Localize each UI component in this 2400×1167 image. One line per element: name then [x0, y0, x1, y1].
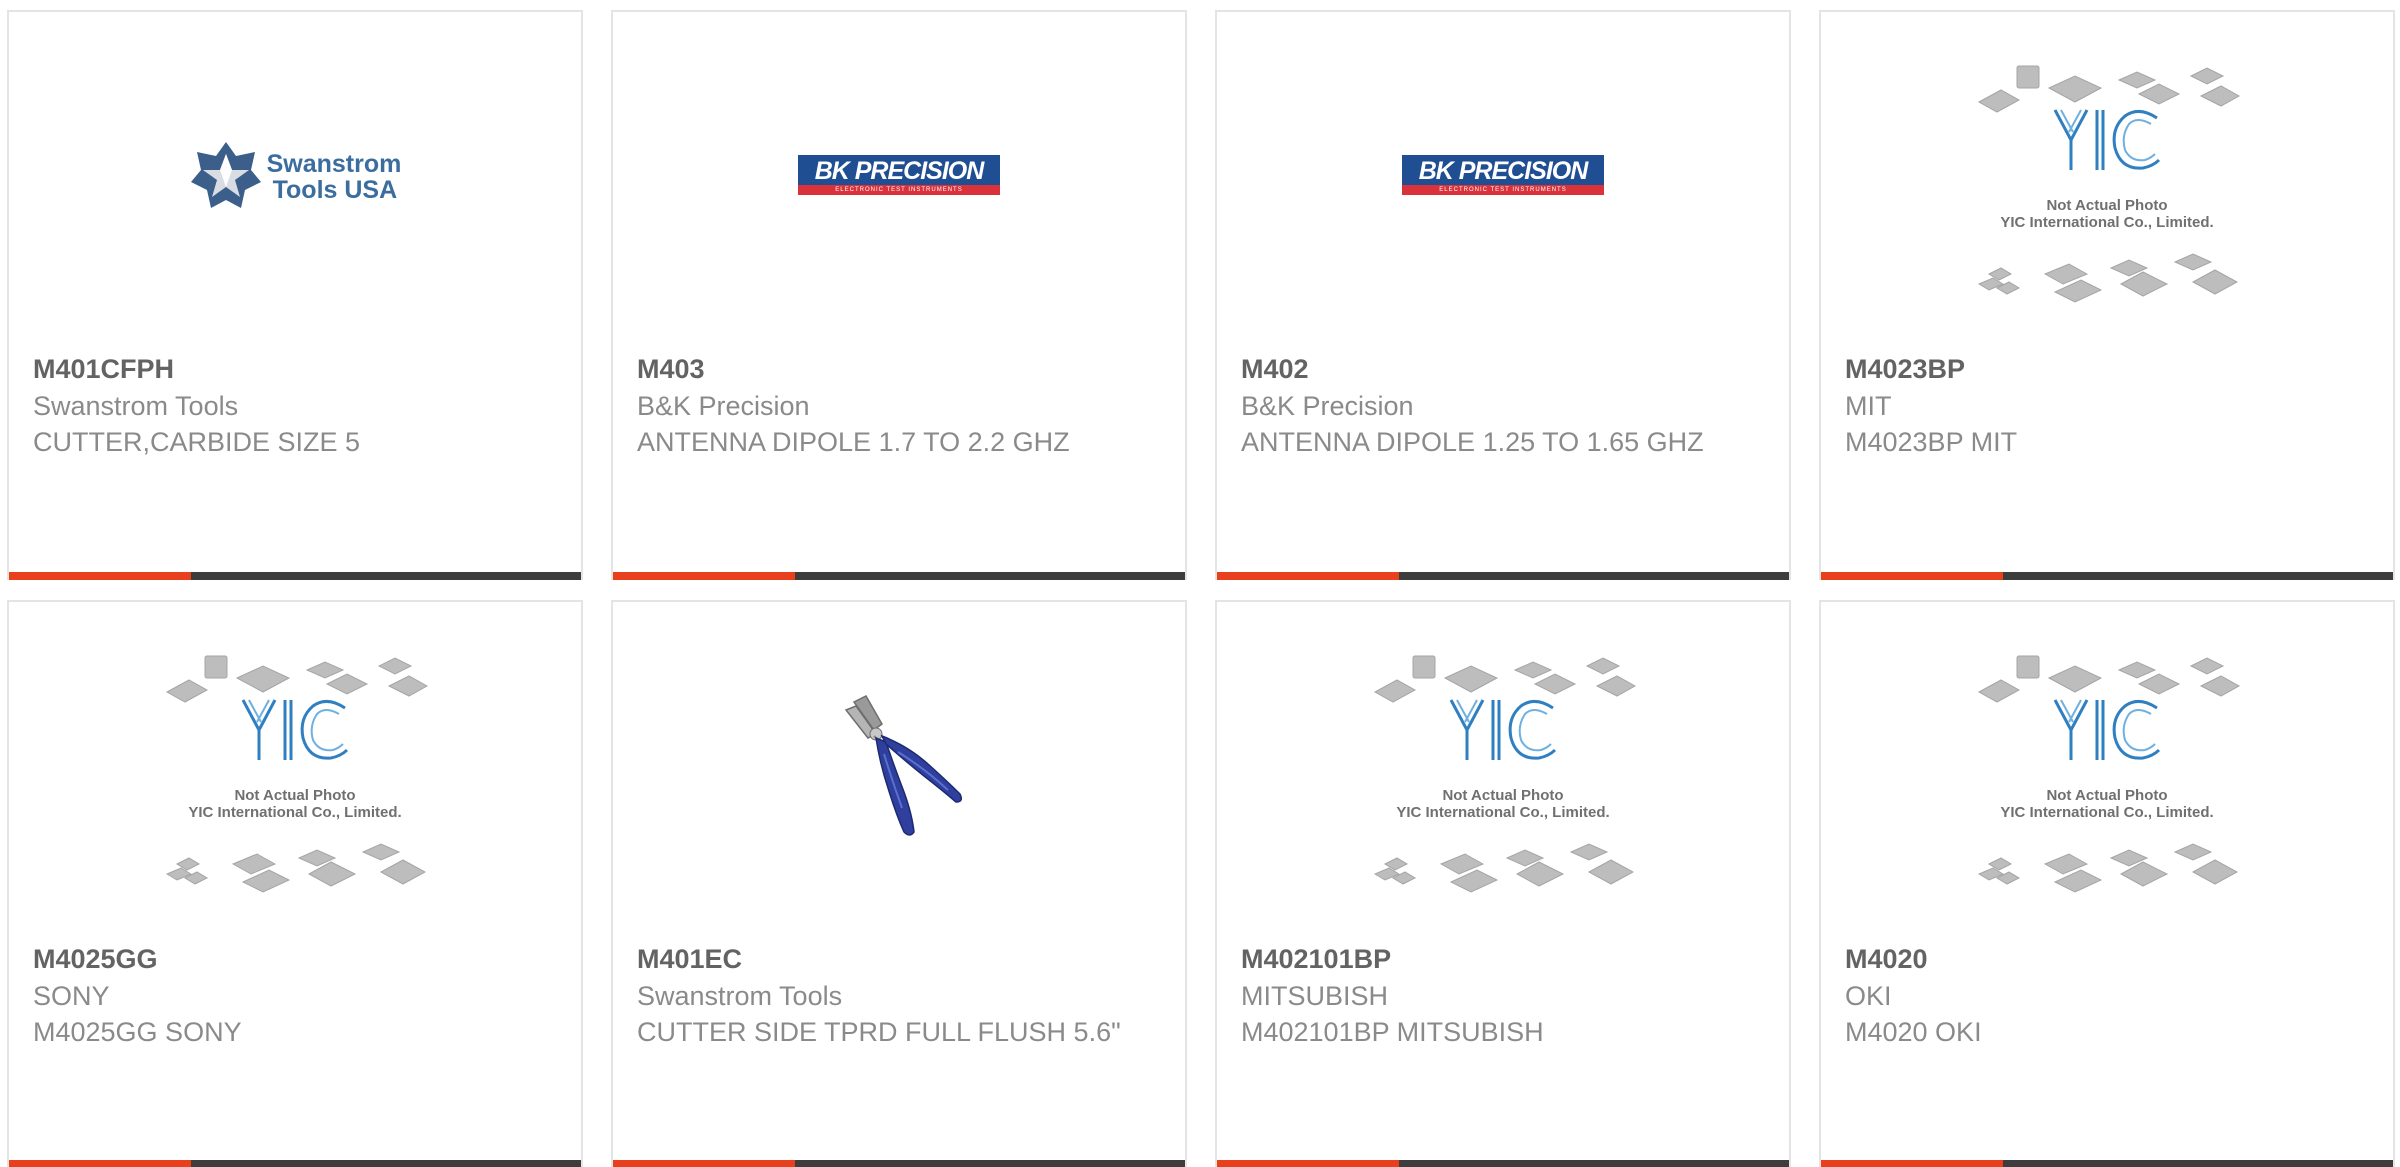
part-number[interactable]: M401EC — [637, 940, 1161, 978]
card-bottom-bar — [9, 1160, 581, 1167]
placeholder-text: Not Actual Photo — [2046, 787, 2168, 804]
brand-name: SONY — [33, 981, 110, 1011]
product-card[interactable]: Not Actual Photo YIC International Co., … — [7, 600, 583, 1167]
part-number[interactable]: M4020 — [1845, 940, 2369, 978]
card-bottom-bar — [1217, 572, 1789, 580]
placeholder-text: Not Actual Photo — [1442, 787, 1564, 804]
card-bottom-bar — [9, 572, 581, 580]
product-card[interactable]: BK PRECISION ELECTRONIC TEST INSTRUMENTS… — [1215, 10, 1791, 580]
chip-illustration-icon — [165, 655, 429, 893]
swanstrom-star-icon — [190, 142, 261, 208]
product-image[interactable] — [613, 602, 1185, 942]
product-description: M402101BP MITSUBISH — [1241, 1017, 1544, 1047]
logo-text: BK PRECISION — [814, 157, 985, 185]
part-number[interactable]: M403 — [637, 350, 1161, 388]
product-card[interactable]: Not Actual Photo YIC International Co., … — [1215, 600, 1791, 1167]
product-image[interactable]: BK PRECISION ELECTRONIC TEST INSTRUMENTS — [1217, 12, 1789, 352]
part-number[interactable]: M402101BP — [1241, 940, 1765, 978]
logo-text: Tools USA — [272, 176, 398, 204]
card-accent — [613, 572, 795, 580]
product-image[interactable]: Not Actual Photo YIC International Co., … — [9, 602, 581, 942]
placeholder-text: Not Actual Photo — [2046, 197, 2168, 214]
brand-name: Swanstrom Tools — [637, 981, 843, 1011]
product-card[interactable]: BK PRECISION ELECTRONIC TEST INSTRUMENTS… — [611, 10, 1187, 580]
swanstrom-logo: Swanstrom Tools USA — [189, 140, 402, 214]
chip-illustration-icon — [1977, 655, 2241, 893]
card-accent — [1821, 572, 2003, 580]
brand-name: OKI — [1845, 981, 1892, 1011]
card-bottom-bar — [1217, 1160, 1789, 1167]
placeholder-text: YIC International Co., Limited. — [188, 804, 402, 821]
product-image[interactable]: BK PRECISION ELECTRONIC TEST INSTRUMENTS — [613, 12, 1185, 352]
placeholder-text: YIC International Co., Limited. — [2000, 214, 2214, 231]
product-description: ANTENNA DIPOLE 1.25 TO 1.65 GHZ — [1241, 427, 1704, 457]
yic-placeholder-image: Not Actual Photo YIC International Co., … — [1971, 652, 2243, 898]
pliers-photo-icon — [844, 695, 963, 836]
placeholder-text: Not Actual Photo — [234, 787, 356, 804]
card-bottom-bar — [613, 1160, 1185, 1167]
product-description: CUTTER SIDE TPRD FULL FLUSH 5.6" — [637, 1017, 1121, 1047]
product-card[interactable]: Swanstrom Tools USA M401CFPH Swanstrom T… — [7, 10, 583, 580]
part-number[interactable]: M401CFPH — [33, 350, 557, 388]
placeholder-text: YIC International Co., Limited. — [1396, 804, 1610, 821]
brand-name: B&K Precision — [637, 391, 810, 421]
yic-placeholder-image: Not Actual Photo YIC International Co., … — [1367, 652, 1639, 898]
logo-subtext: ELECTRONIC TEST INSTRUMENTS — [1402, 185, 1604, 195]
logo-text: BK PRECISION — [1418, 157, 1589, 185]
product-card[interactable]: M401EC Swanstrom Tools CUTTER SIDE TPRD … — [611, 600, 1187, 1167]
card-accent — [1217, 572, 1399, 580]
product-description: CUTTER,CARBIDE SIZE 5 — [33, 427, 361, 457]
product-description: M4023BP MIT — [1845, 427, 2018, 457]
product-image[interactable]: Not Actual Photo YIC International Co., … — [1821, 602, 2393, 942]
product-image[interactable]: Swanstrom Tools USA — [9, 12, 581, 352]
card-accent — [1217, 1160, 1399, 1167]
logo-subtext: ELECTRONIC TEST INSTRUMENTS — [798, 185, 1000, 195]
product-card[interactable]: Not Actual Photo YIC International Co., … — [1819, 10, 2395, 580]
product-card[interactable]: Not Actual Photo YIC International Co., … — [1819, 600, 2395, 1167]
chip-illustration-icon — [1373, 655, 1637, 893]
part-number[interactable]: M402 — [1241, 350, 1765, 388]
product-description: ANTENNA DIPOLE 1.7 TO 2.2 GHZ — [637, 427, 1070, 457]
part-number[interactable]: M4023BP — [1845, 350, 2369, 388]
card-accent — [1821, 1160, 2003, 1167]
card-bottom-bar — [1821, 1160, 2393, 1167]
brand-name: Swanstrom Tools — [33, 391, 239, 421]
bk-precision-logo: BK PRECISION ELECTRONIC TEST INSTRUMENTS — [798, 155, 1000, 195]
placeholder-text: YIC International Co., Limited. — [2000, 804, 2214, 821]
product-description: M4020 OKI — [1845, 1017, 1982, 1047]
bk-precision-logo: BK PRECISION ELECTRONIC TEST INSTRUMENTS — [1402, 155, 1604, 195]
brand-name: MIT — [1845, 391, 1892, 421]
card-accent — [9, 1160, 191, 1167]
card-bottom-bar — [1821, 572, 2393, 580]
yic-placeholder-image: Not Actual Photo YIC International Co., … — [159, 652, 431, 898]
brand-name: MITSUBISH — [1241, 981, 1389, 1011]
card-accent — [613, 1160, 795, 1167]
chip-illustration-icon — [1977, 65, 2241, 303]
product-image[interactable]: Not Actual Photo YIC International Co., … — [1217, 602, 1789, 942]
product-image[interactable]: Not Actual Photo YIC International Co., … — [1821, 12, 2393, 352]
product-description: M4025GG SONY — [33, 1017, 242, 1047]
logo-text: Swanstrom — [266, 150, 402, 178]
card-accent — [9, 572, 191, 580]
brand-name: B&K Precision — [1241, 391, 1414, 421]
part-number[interactable]: M4025GG — [33, 940, 557, 978]
product-grid: Swanstrom Tools USA M401CFPH Swanstrom T… — [0, 0, 2400, 1167]
card-bottom-bar — [613, 572, 1185, 580]
yic-placeholder-image: Not Actual Photo YIC International Co., … — [1971, 62, 2243, 308]
